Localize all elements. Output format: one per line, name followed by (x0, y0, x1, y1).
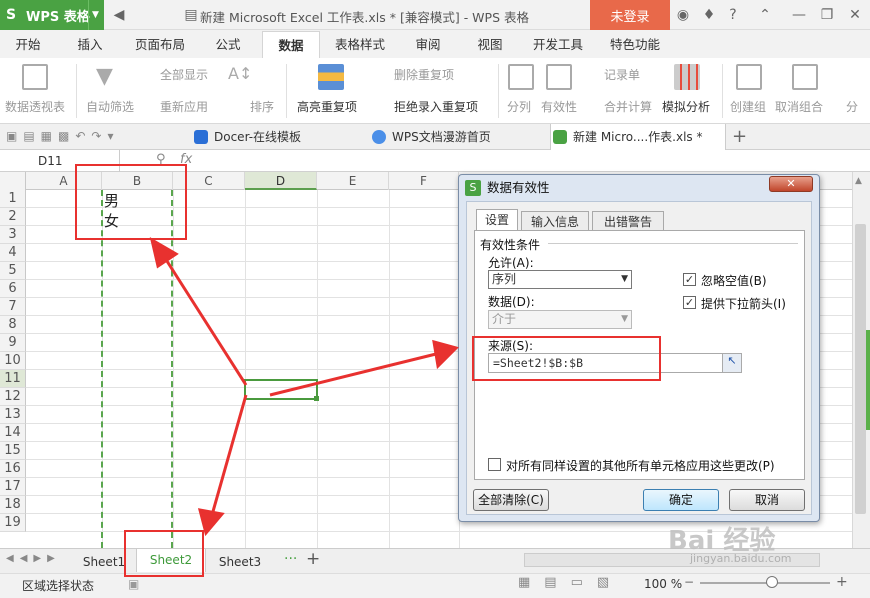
annotation-arrows (149, 236, 459, 537)
arrow-to-source (269, 352, 437, 397)
arrow-to-sheet (210, 394, 248, 516)
arrow-head (149, 236, 179, 269)
arrow-to-cells (163, 257, 248, 386)
watermark-url: jingyan.baidu.com (690, 552, 792, 565)
arrow-head (432, 339, 459, 370)
arrow-head (197, 508, 225, 537)
